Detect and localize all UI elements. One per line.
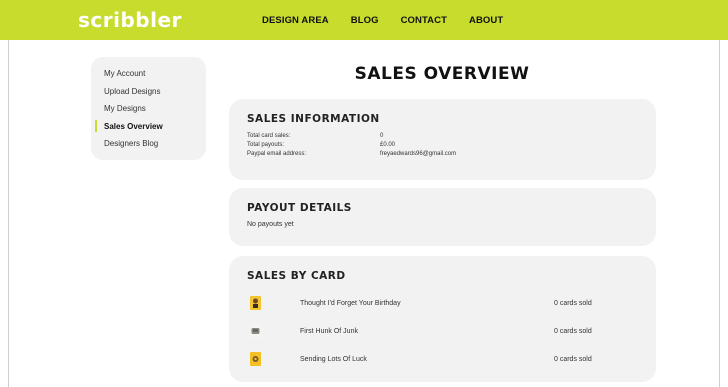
kv-value: freyaedwards96@gmail.com: [380, 151, 457, 157]
left-border-line: [8, 40, 9, 387]
sidebar-item-my-designs[interactable]: My Designs: [91, 104, 206, 122]
card-name: Sending Lots Of Luck: [300, 355, 367, 363]
nav-about[interactable]: ABOUT: [469, 15, 503, 26]
cards-sold-count: 0 cards sold: [554, 355, 592, 363]
total-payouts-row: Total payouts: £0.00: [247, 141, 638, 150]
kv-value: 0: [380, 133, 384, 139]
scribbler-logo[interactable]: scribbler: [78, 8, 182, 32]
right-border-line: [719, 40, 720, 387]
kv-label: Paypal email address:: [247, 151, 307, 157]
sales-information-panel: SALES INFORMATION Total card sales: 0 To…: [229, 99, 656, 180]
list-item: Thought I'd Forget Your Birthday 0 cards…: [247, 289, 638, 317]
sales-by-card-title: SALES BY CARD: [247, 270, 346, 282]
payout-details-title: PAYOUT DETAILS: [247, 202, 352, 214]
kv-label: Total card sales:: [247, 133, 291, 139]
card-thumbnail[interactable]: [250, 352, 261, 366]
nav-contact[interactable]: CONTACT: [401, 15, 447, 26]
account-sidebar: My Account Upload Designs My Designs Sal…: [91, 57, 206, 160]
card-thumbnail[interactable]: [250, 296, 261, 310]
main-nav: DESIGN AREA BLOG CONTACT ABOUT: [262, 0, 525, 40]
total-card-sales-row: Total card sales: 0: [247, 132, 638, 141]
list-item: Sending Lots Of Luck 0 cards sold: [247, 345, 638, 373]
no-payouts-message: No payouts yet: [247, 221, 294, 228]
sidebar-item-designers-blog[interactable]: Designers Blog: [91, 139, 206, 157]
page-title: SALES OVERVIEW: [354, 64, 530, 84]
sales-information-title: SALES INFORMATION: [247, 113, 380, 125]
sidebar-item-upload-designs[interactable]: Upload Designs: [91, 87, 206, 105]
nav-blog[interactable]: BLOG: [351, 15, 379, 26]
kv-value: £0.00: [380, 142, 396, 148]
paypal-email-row: Paypal email address: freyaedwards96@gma…: [247, 150, 638, 159]
sales-by-card-panel: SALES BY CARD Thought I'd Forget Your Bi…: [229, 256, 656, 382]
payout-details-panel: PAYOUT DETAILS No payouts yet: [229, 188, 656, 246]
card-thumbnail[interactable]: [250, 324, 261, 338]
card-name: First Hunk Of Junk: [300, 327, 358, 335]
kv-label: Total payouts:: [247, 142, 285, 148]
cards-sold-count: 0 cards sold: [554, 299, 592, 307]
card-name: Thought I'd Forget Your Birthday: [300, 299, 401, 307]
cards-sold-count: 0 cards sold: [554, 327, 592, 335]
nav-design-area[interactable]: DESIGN AREA: [262, 15, 329, 26]
list-item: First Hunk Of Junk 0 cards sold: [247, 317, 638, 345]
sidebar-item-sales-overview[interactable]: Sales Overview: [91, 119, 206, 140]
sidebar-item-my-account[interactable]: My Account: [91, 69, 206, 87]
top-navigation-bar: scribbler DESIGN AREA BLOG CONTACT ABOUT: [0, 0, 728, 40]
